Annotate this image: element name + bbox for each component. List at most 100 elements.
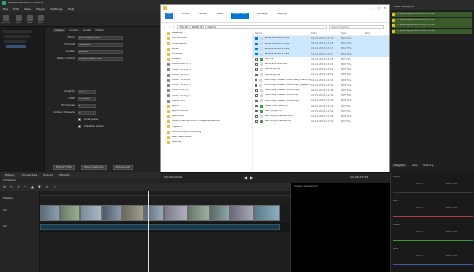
timeline-clip[interactable]	[102, 205, 122, 221]
address-bar[interactable]: This PC > RAID0 (E:) > testing	[176, 25, 327, 29]
column-size[interactable]: Size	[365, 32, 387, 35]
tab-jobs[interactable]: Jobs	[412, 164, 418, 167]
file-checkbox[interactable]	[255, 115, 258, 118]
from-select[interactable]: Each Playlist Item	[78, 35, 123, 40]
search-input[interactable]: Search testing	[328, 25, 384, 29]
tab-audio[interactable]: Audio	[83, 29, 92, 32]
dual-pass-checkbox[interactable]	[78, 118, 81, 121]
timeline-clip[interactable]	[164, 205, 188, 221]
file-checkbox[interactable]	[255, 63, 258, 66]
remove-icon[interactable]: −	[24, 185, 27, 189]
tree-item[interactable]	[4, 35, 30, 38]
file-checkbox[interactable]	[255, 73, 258, 77]
stop-capture-button[interactable]: Stop Capture	[80, 165, 107, 170]
play-icon[interactable]: ▶	[250, 175, 253, 180]
forward-icon[interactable]: →	[168, 26, 170, 29]
file-checkbox[interactable]	[255, 37, 258, 40]
cut-icon[interactable]: ✂	[10, 185, 13, 189]
column-type[interactable]: Type	[341, 32, 365, 35]
menu-file[interactable]: File	[3, 8, 8, 11]
track-v1[interactable]: V1	[3, 209, 7, 212]
file-checkbox[interactable]	[255, 120, 258, 123]
tree-item-selected[interactable]	[6, 45, 26, 48]
maximize-icon[interactable]: □	[377, 6, 381, 10]
tree-item[interactable]	[2, 30, 32, 33]
file-checkbox[interactable]	[255, 99, 258, 103]
playlist-item[interactable]: C:\testing\wildlife shots 3.mkv	[392, 23, 472, 28]
audio-clip[interactable]	[40, 224, 280, 230]
quality-spinbox[interactable]: 55 %	[78, 89, 96, 94]
tab-playlist[interactable]: Playlist	[392, 164, 407, 167]
close-icon[interactable]: ✕	[383, 6, 387, 10]
minimize-icon[interactable]: –	[371, 6, 375, 10]
up-icon[interactable]: ↑	[172, 26, 174, 29]
rewind-icon[interactable]: ◀	[244, 175, 247, 180]
file-row[interactable]: test long timeline.mlt 04.01.2016 11:50 ML…	[253, 119, 389, 124]
timeline-clip[interactable]	[80, 205, 102, 221]
timeline-ruler[interactable]	[40, 191, 290, 196]
file-checkbox[interactable]	[255, 89, 258, 92]
track-master[interactable]: Master	[3, 197, 13, 200]
tab-video[interactable]: Video	[53, 29, 66, 32]
column-name[interactable]: Name	[253, 32, 311, 35]
ribbon-tab-share[interactable]: Share	[197, 13, 209, 19]
file-checkbox[interactable]	[255, 78, 258, 82]
timeline-clip[interactable]	[122, 205, 144, 221]
tab-history[interactable]: History	[423, 164, 434, 167]
tab-properties[interactable]: Properties	[22, 174, 37, 177]
rate-control-select[interactable]: Quality-based VBR	[78, 56, 123, 61]
file-checkbox[interactable]	[255, 94, 258, 97]
timeline-clip[interactable]	[60, 205, 80, 221]
menu-view[interactable]: View	[24, 8, 31, 11]
split-icon[interactable]: ⏸	[46, 185, 48, 189]
menu-edit[interactable]: Edit	[13, 8, 19, 11]
file-checkbox[interactable]	[255, 68, 258, 71]
file-checkbox[interactable]	[255, 58, 258, 61]
menu-icon[interactable]: ≡	[3, 185, 6, 189]
b-frames-spinbox[interactable]: 2	[78, 103, 96, 108]
playhead[interactable]	[148, 191, 149, 272]
codec-threads-spinbox[interactable]: 0	[78, 110, 96, 115]
append-icon[interactable]: +	[17, 185, 20, 189]
open-file-icon[interactable]	[3, 15, 9, 21]
undo-icon[interactable]	[27, 15, 33, 21]
file-checkbox[interactable]	[255, 42, 258, 46]
track-a1[interactable]: A1	[3, 225, 7, 228]
timeline-clip[interactable]	[254, 205, 280, 221]
tab-export[interactable]: Export	[43, 174, 53, 177]
file-checkbox[interactable]	[255, 109, 258, 113]
tab-other[interactable]: Other	[95, 29, 104, 32]
save-icon[interactable]	[16, 15, 22, 21]
timeline-clip[interactable]	[40, 205, 60, 221]
ribbon-tab-file[interactable]: File	[165, 13, 174, 19]
tab-codec[interactable]: Codec	[69, 29, 78, 32]
ribbon-tab-video-tools[interactable]: Video Tools	[230, 13, 250, 19]
overwrite-icon[interactable]: ▼	[38, 185, 41, 189]
playlist-item[interactable]: C:\testing\wildlife shots 4.mkv	[392, 28, 472, 34]
column-date[interactable]: Date	[311, 32, 341, 35]
lift-icon[interactable]: ▲	[31, 185, 34, 189]
timeline-clip[interactable]	[144, 205, 164, 221]
ribbon-tab-manage[interactable]: Manage	[255, 13, 269, 19]
ribbon-tab-view[interactable]: View	[215, 13, 225, 19]
tab-filters[interactable]: Filters	[3, 173, 16, 177]
nav-item[interactable]: testing	[161, 140, 252, 145]
menu-settings[interactable]: Settings	[50, 8, 62, 11]
back-icon[interactable]: ←	[164, 26, 166, 29]
timeline-clip[interactable]	[230, 205, 254, 221]
menu-help[interactable]: Help	[68, 8, 75, 11]
tree-item[interactable]	[4, 40, 26, 43]
playlist-item[interactable]: C:\testing\wildlife shots 1.mkv	[392, 12, 472, 17]
format-select[interactable]: matroska	[78, 42, 123, 47]
file-checkbox[interactable]	[255, 47, 258, 51]
file-checkbox[interactable]	[255, 52, 258, 56]
timeline-clip[interactable]	[188, 205, 210, 221]
snap-icon[interactable]: ⌁	[54, 185, 56, 189]
file-checkbox[interactable]	[255, 104, 258, 108]
advanced-button[interactable]: Advanced	[112, 165, 134, 170]
gop-spinbox[interactable]: 5 frames	[78, 96, 96, 101]
codec-select[interactable]: libx264	[78, 49, 123, 54]
timecode[interactable]: 00:00:00:00	[164, 176, 182, 179]
playlist-item[interactable]: C:\testing\wildlife shots 2.mkv	[392, 17, 472, 23]
timeline-clip[interactable]	[210, 205, 230, 221]
